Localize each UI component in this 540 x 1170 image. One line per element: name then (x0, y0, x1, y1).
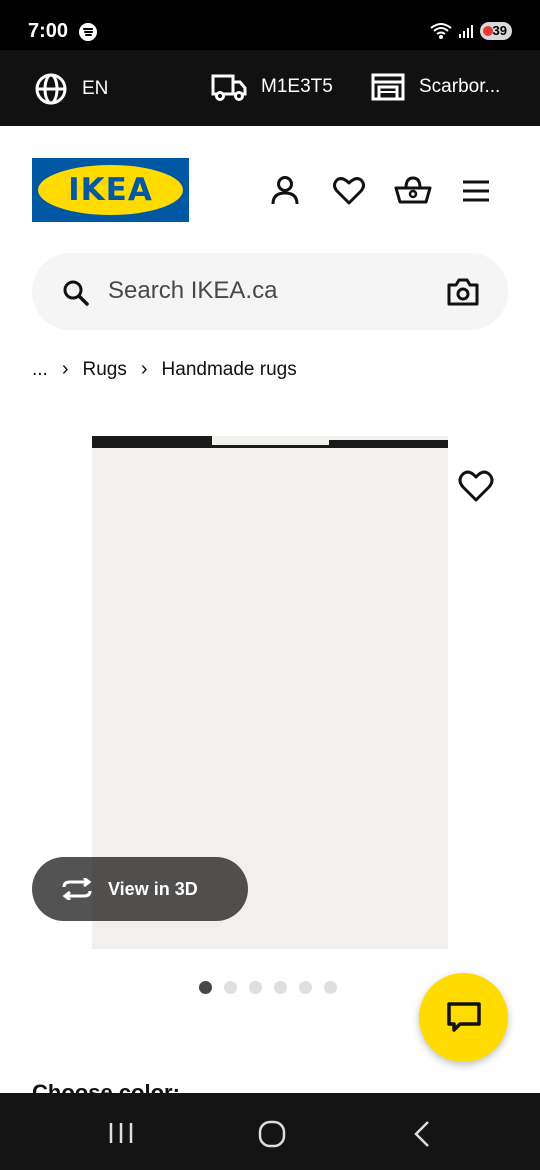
carousel-dot[interactable] (249, 981, 262, 994)
ikea-logo[interactable]: IKEA (32, 158, 189, 222)
status-bar: 7:00 39 (0, 0, 540, 50)
chat-button[interactable] (419, 973, 508, 1062)
language-selector[interactable]: EN (34, 72, 108, 106)
carousel-dot[interactable] (274, 981, 287, 994)
postal-code-label: M1E3T5 (261, 76, 333, 97)
postal-code-selector[interactable]: M1E3T5 (211, 72, 333, 102)
system-nav-bar (0, 1093, 540, 1170)
site-header: IKEA (0, 126, 540, 246)
heart-icon[interactable] (332, 174, 366, 208)
search-icon (63, 280, 89, 306)
store-icon (371, 73, 405, 101)
chat-icon (447, 1002, 481, 1032)
breadcrumb-more[interactable]: ... (32, 359, 48, 381)
status-indicators: 39 (430, 22, 512, 40)
chevron-right-icon: › (61, 358, 69, 380)
wifi-icon (430, 23, 452, 39)
carousel-dot[interactable] (299, 981, 312, 994)
search-input[interactable]: Search IKEA.ca (108, 277, 277, 305)
menu-icon[interactable] (460, 174, 492, 208)
carousel-dots (199, 981, 337, 994)
status-time: 7:00 (28, 20, 69, 42)
rotate-3d-icon (62, 878, 92, 900)
view-in-3d-label: View in 3D (108, 878, 198, 899)
recent-apps-icon[interactable] (108, 1121, 134, 1145)
logo-text: IKEA (68, 172, 153, 208)
spotify-icon (79, 23, 97, 41)
camera-icon[interactable] (446, 277, 480, 307)
breadcrumb-item-rugs[interactable]: Rugs (83, 359, 127, 381)
carousel-dot[interactable] (224, 981, 237, 994)
breadcrumb: ... › Rugs › Handmade rugs (32, 358, 297, 381)
language-label: EN (82, 78, 109, 99)
basket-icon[interactable] (394, 174, 432, 208)
view-in-3d-button[interactable]: View in 3D (32, 857, 248, 921)
breadcrumb-item-handmade-rugs[interactable]: Handmade rugs (162, 359, 297, 381)
carousel-dot[interactable] (199, 981, 212, 994)
delivery-truck-icon (211, 74, 247, 101)
battery-indicator: 39 (480, 22, 512, 40)
chevron-right-icon: › (140, 358, 148, 380)
globe-icon (35, 73, 67, 105)
back-icon[interactable] (412, 1120, 432, 1148)
home-icon[interactable] (258, 1120, 286, 1148)
store-selector[interactable]: Scarbor... (371, 72, 500, 102)
account-icon[interactable] (268, 174, 302, 208)
store-label: Scarbor... (419, 76, 501, 97)
utility-bar: EN M1E3T5 Scarbor... (0, 50, 540, 126)
signal-icon (459, 25, 473, 38)
favourite-heart-icon[interactable] (456, 466, 496, 506)
carousel-dot[interactable] (324, 981, 337, 994)
search-bar[interactable]: Search IKEA.ca (32, 253, 508, 330)
